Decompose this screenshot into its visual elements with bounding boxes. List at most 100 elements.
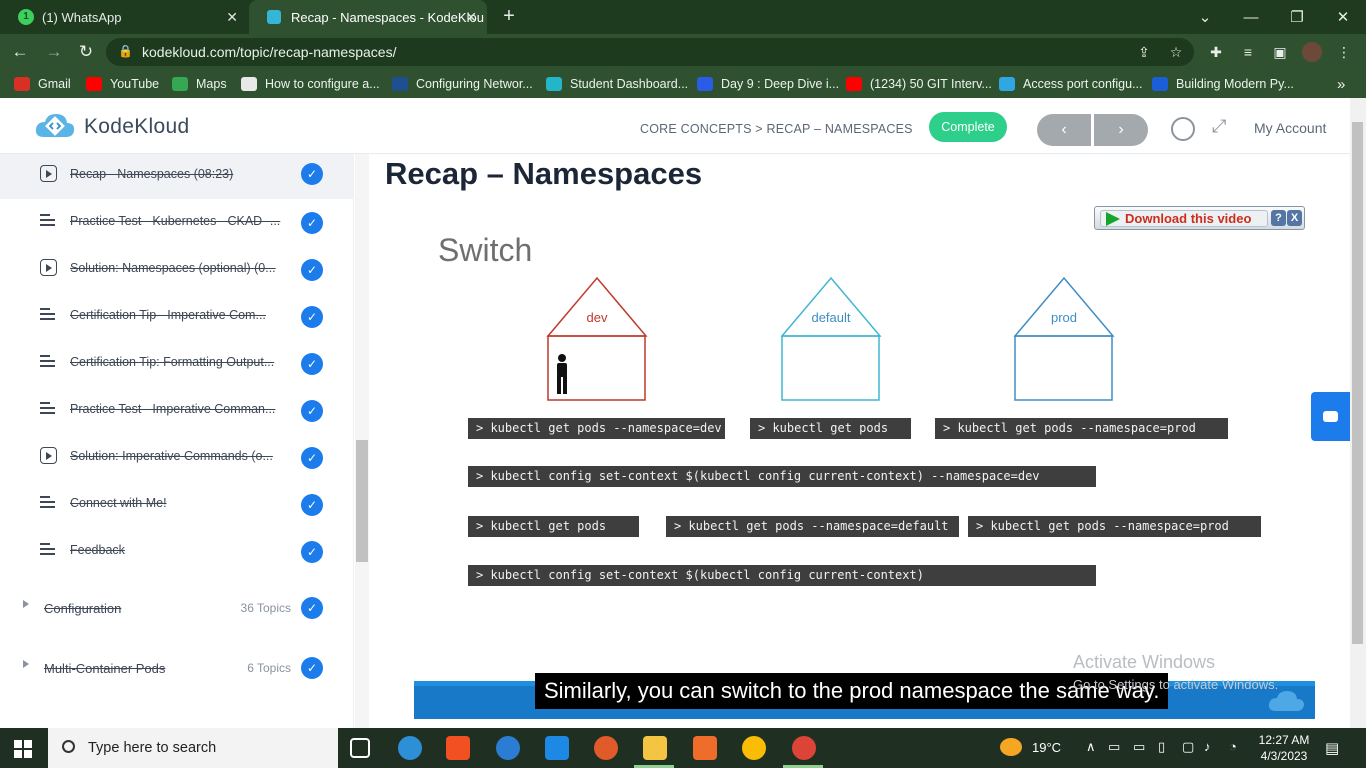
video-slide[interactable]: Switch dev default prod > kubectl get po… xyxy=(414,212,1314,682)
mail-icon[interactable] xyxy=(545,736,569,760)
windows-start-icon[interactable] xyxy=(14,740,32,758)
lesson-item[interactable]: Recap - Namespaces (08:23) ✓ xyxy=(0,154,353,199)
wifi-icon[interactable]: ◔ xyxy=(1229,739,1237,754)
menu-kebab-icon[interactable]: ⋮ xyxy=(1334,42,1354,62)
lesson-item[interactable]: Practice Test - Imperative Comman... ✓ xyxy=(0,387,353,434)
dark-mode-icon[interactable] xyxy=(1171,117,1195,141)
app-icon[interactable] xyxy=(594,736,618,760)
chrome-icon[interactable] xyxy=(742,736,766,760)
file-explorer-icon[interactable] xyxy=(643,736,667,760)
side-panel-icon[interactable]: ▣ xyxy=(1270,42,1290,62)
download-toolbar: Download this video ? X xyxy=(1094,206,1305,230)
bookmark-item[interactable]: Day 9 : Deep Dive i... xyxy=(697,70,839,98)
bookmark-item[interactable]: Building Modern Py... xyxy=(1152,70,1294,98)
namespace-house-default xyxy=(780,276,882,401)
reading-list-icon[interactable]: ≡ xyxy=(1238,42,1258,62)
close-icon[interactable]: X xyxy=(1287,210,1302,226)
back-icon[interactable]: ← xyxy=(8,40,32,64)
house-label: dev xyxy=(586,310,608,325)
reload-icon[interactable]: ↻ xyxy=(74,40,98,64)
course-section[interactable]: Multi-Container Pods 6 Topics ✓ xyxy=(0,648,353,688)
battery-icon[interactable]: ▯ xyxy=(1158,739,1165,755)
close-tab-icon[interactable]: ✕ xyxy=(226,9,238,26)
course-section[interactable]: Configuration 36 Topics ✓ xyxy=(0,588,353,628)
task-view-icon[interactable] xyxy=(350,738,370,758)
play-icon xyxy=(1106,212,1120,226)
lesson-item[interactable]: Solution: Namespaces (optional) (0... ✓ xyxy=(0,246,353,293)
profile-avatar[interactable] xyxy=(1302,42,1322,62)
tab-kodekloud[interactable]: Recap - Namespaces - KodeKlou ✕ xyxy=(249,0,487,34)
bookmark-item[interactable]: YouTube xyxy=(86,70,159,98)
chat-widget-button[interactable] xyxy=(1311,392,1350,441)
camera-icon[interactable]: ▢ xyxy=(1182,739,1194,755)
download-video-button[interactable]: Download this video xyxy=(1100,210,1268,227)
complete-button[interactable]: Complete xyxy=(929,112,1007,142)
lock-icon: 🔒 xyxy=(118,44,133,58)
weather-widget[interactable]: 19°C xyxy=(1000,738,1061,756)
text-lesson-icon xyxy=(40,494,57,511)
close-tab-icon[interactable]: ✕ xyxy=(465,9,477,26)
help-icon[interactable]: ? xyxy=(1271,210,1286,226)
expand-arrow-icon[interactable] xyxy=(23,660,29,668)
command-line: > kubectl get pods xyxy=(468,516,639,537)
lesson-title: Certification Tip - Imperative Com... xyxy=(70,308,266,322)
diamond-icon xyxy=(697,77,713,91)
completed-check-icon: ✓ xyxy=(301,494,323,516)
command-line: > kubectl get pods --namespace=default xyxy=(666,516,959,537)
bookmark-item[interactable]: Maps xyxy=(172,70,227,98)
logo-text[interactable]: KodeKloud xyxy=(84,115,189,139)
forward-icon[interactable]: → xyxy=(42,40,66,64)
text-lesson-icon xyxy=(40,212,57,229)
tab-whatsapp[interactable]: 1 (1) WhatsApp ✕ xyxy=(0,0,248,34)
address-bar[interactable]: 🔒 kodekloud.com/topic/recap-namespaces/ xyxy=(106,38,1194,66)
c-logo-icon xyxy=(1152,77,1168,91)
new-tab-button[interactable]: + xyxy=(498,5,520,27)
kodekloud-logo-icon[interactable] xyxy=(34,111,76,143)
window-close-icon[interactable]: ✕ xyxy=(1320,0,1366,34)
display-icon[interactable]: ▭ xyxy=(1133,739,1145,755)
minimize-icon[interactable]: — xyxy=(1228,0,1274,34)
bookmark-item[interactable]: Student Dashboard... xyxy=(546,70,688,98)
notifications-icon[interactable]: ▤ xyxy=(1325,739,1339,757)
activate-windows-watermark: Activate Windows xyxy=(1073,652,1216,672)
command-line: > kubectl config set-context $(kubectl c… xyxy=(468,565,1096,586)
expand-arrow-icon[interactable] xyxy=(23,600,29,608)
chrome-profile-icon[interactable] xyxy=(792,736,816,760)
store-icon[interactable] xyxy=(446,736,470,760)
lesson-item[interactable]: Solution: Imperative Commands (o... ✓ xyxy=(0,434,353,481)
tray-chevron-icon[interactable]: ∧ xyxy=(1086,739,1096,755)
lesson-item[interactable]: Feedback ✓ xyxy=(0,528,353,575)
bookmark-item[interactable]: (1234) 50 GIT Interv... xyxy=(846,70,992,98)
fullscreen-icon[interactable]: ⤢ xyxy=(1212,116,1234,138)
lesson-title: Solution: Imperative Commands (o... xyxy=(70,449,273,463)
my-account-link[interactable]: My Account xyxy=(1254,120,1326,136)
skype-icon[interactable] xyxy=(496,736,520,760)
bookmark-item[interactable]: Access port configu... xyxy=(999,70,1143,98)
lesson-item[interactable]: Connect with Me! ✓ xyxy=(0,481,353,528)
bookmark-item[interactable]: Configuring Networ... xyxy=(392,70,533,98)
tab-search-icon[interactable]: ⌄ xyxy=(1182,0,1228,34)
sidebar-scrollbar-thumb[interactable] xyxy=(356,440,368,562)
app-icon[interactable] xyxy=(693,736,717,760)
text-lesson-icon xyxy=(40,541,57,558)
more-bookmarks-icon[interactable]: » xyxy=(1337,70,1345,98)
network-icon[interactable]: ▭ xyxy=(1108,739,1120,755)
lesson-item[interactable]: Practice Test - Kubernetes - CKAD -... ✓ xyxy=(0,199,353,246)
bookmark-star-icon[interactable]: ☆ xyxy=(1166,42,1186,62)
previous-lesson-button[interactable]: ‹ xyxy=(1037,114,1091,146)
page-scrollbar-thumb[interactable] xyxy=(1352,122,1363,644)
edge-icon[interactable] xyxy=(398,736,422,760)
extensions-icon[interactable]: ✚ xyxy=(1206,42,1226,62)
bookmark-item[interactable]: Gmail xyxy=(14,70,71,98)
taskbar-search-input[interactable]: Type here to search xyxy=(48,728,338,768)
restore-icon[interactable]: ❐ xyxy=(1274,0,1320,34)
whatsapp-icon: 1 xyxy=(18,9,34,25)
section-title: Multi-Container Pods xyxy=(44,661,166,676)
lesson-item[interactable]: Certification Tip: Formatting Output... … xyxy=(0,340,353,387)
volume-icon[interactable]: ♪ xyxy=(1204,739,1211,754)
next-lesson-button[interactable]: › xyxy=(1094,114,1148,146)
system-clock[interactable]: 12:27 AM 4/3/2023 xyxy=(1256,732,1312,764)
lesson-item[interactable]: Certification Tip - Imperative Com... ✓ xyxy=(0,293,353,340)
share-icon[interactable]: ⇪ xyxy=(1134,42,1154,62)
bookmark-item[interactable]: How to configure a... xyxy=(241,70,380,98)
